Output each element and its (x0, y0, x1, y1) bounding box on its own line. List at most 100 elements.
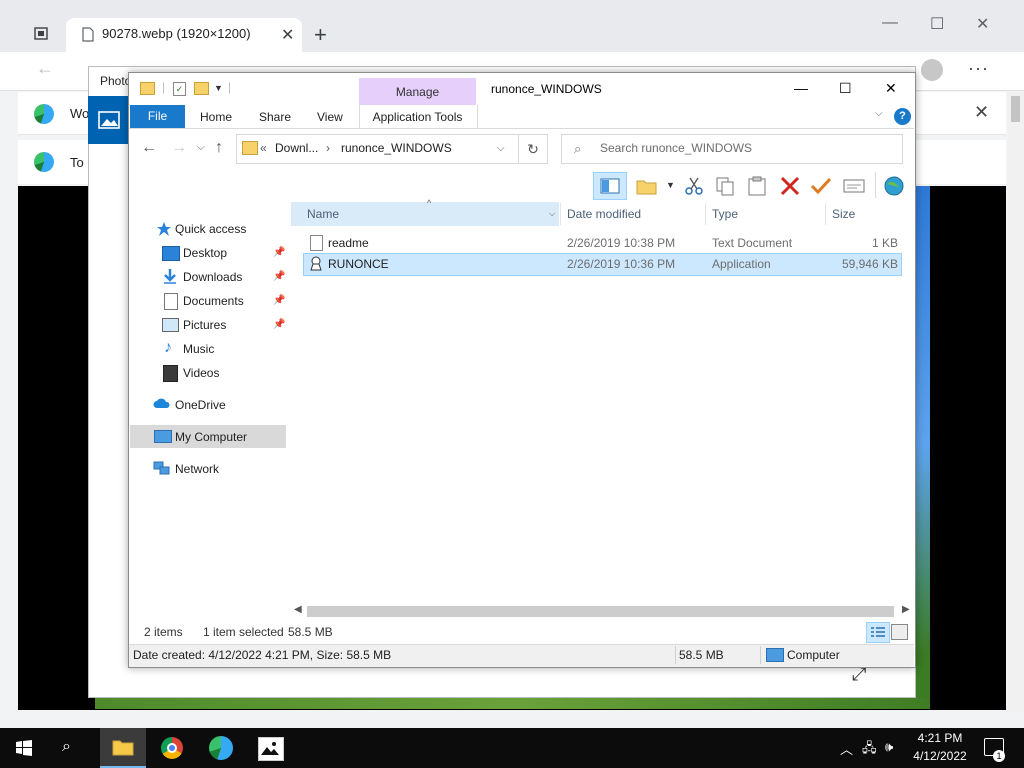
delete-icon[interactable] (779, 176, 801, 196)
windows-start-icon[interactable] (16, 740, 32, 756)
volume-icon[interactable]: 🕪 (885, 739, 893, 755)
search-placeholder: Search runonce_WINDOWS (600, 141, 753, 155)
breadcrumb-current[interactable]: runonce_WINDOWS (341, 141, 452, 155)
edge-icon[interactable] (209, 736, 233, 760)
large-icons-view-button[interactable] (891, 624, 908, 640)
nav-onedrive[interactable]: OneDrive (175, 398, 226, 412)
network-tray-icon[interactable]: 🖧 (862, 739, 877, 761)
details-view-button[interactable] (866, 622, 890, 643)
copy-icon[interactable] (714, 176, 736, 196)
nav-quick-access[interactable]: Quick access (175, 222, 246, 236)
back-icon[interactable]: ← (141, 139, 157, 157)
help-icon[interactable]: ? (894, 108, 911, 125)
tab-home[interactable]: Home (200, 110, 232, 124)
nav-documents[interactable]: Documents (183, 294, 244, 308)
scrollbar-thumb[interactable] (1011, 96, 1020, 122)
browser-scrollbar[interactable] (1008, 92, 1024, 712)
text-file-icon (310, 235, 323, 251)
column-divider[interactable] (825, 203, 826, 225)
new-folder-icon[interactable] (194, 82, 209, 95)
desktop-icon (162, 246, 180, 261)
up-icon[interactable]: ↑ (215, 139, 223, 157)
pin-icon[interactable]: 📌 (273, 247, 285, 258)
profile-avatar[interactable] (921, 59, 943, 81)
recent-locations-icon[interactable]: ⌵ (197, 142, 205, 153)
column-divider[interactable] (560, 203, 561, 225)
nav-my-computer[interactable]: My Computer (175, 430, 247, 444)
column-filter-icon[interactable]: ⌵ (549, 209, 555, 219)
paste-icon[interactable] (746, 176, 768, 196)
nav-videos[interactable]: Videos (183, 366, 219, 380)
clock-time[interactable]: 4:21 PM (916, 731, 964, 745)
address-dropdown-icon[interactable]: ⌵ (497, 143, 505, 154)
browser-close-button[interactable]: ✕ (976, 14, 989, 34)
back-icon[interactable]: ← (36, 58, 54, 79)
details-divider (760, 646, 761, 664)
sort-ascending-icon: ^ (427, 198, 432, 208)
new-tab-button[interactable]: + (314, 22, 327, 48)
column-header-date[interactable]: Date modified (567, 207, 641, 221)
new-folder-icon[interactable] (636, 176, 658, 196)
scroll-left-icon[interactable]: ◀ (294, 604, 302, 615)
file-size: 59,946 KB (841, 257, 898, 271)
file-name[interactable]: readme (328, 236, 369, 250)
column-header-type[interactable]: Type (712, 207, 738, 221)
pin-icon[interactable]: 📌 (273, 295, 285, 306)
taskbar-file-explorer[interactable] (100, 728, 146, 768)
tab-actions-icon[interactable] (34, 26, 48, 40)
tab-share[interactable]: Share (259, 110, 291, 124)
expand-ribbon-icon[interactable]: ⌵ (875, 108, 883, 119)
computer-icon (766, 648, 784, 662)
browser-maximize-button[interactable]: ☐ (930, 14, 944, 34)
column-header-size[interactable]: Size (832, 207, 855, 221)
new-folder-dropdown-icon[interactable]: ▼ (666, 180, 675, 190)
nav-desktop[interactable]: Desktop (183, 246, 227, 260)
nav-network[interactable]: Network (175, 462, 219, 476)
customize-qat-icon[interactable]: ▼ (214, 83, 223, 93)
search-icon[interactable]: ⌕ (62, 738, 71, 756)
rename-check-icon[interactable] (810, 176, 832, 196)
browser-minimize-button[interactable]: — (882, 14, 898, 32)
photos-taskbar-icon[interactable] (258, 737, 284, 761)
scrollbar-thumb[interactable] (307, 606, 894, 617)
preview-pane-button[interactable] (593, 172, 627, 200)
globe-icon[interactable] (883, 176, 905, 196)
address-overflow-icon[interactable]: « (260, 141, 267, 155)
nav-music[interactable]: Music (183, 342, 214, 356)
pin-icon[interactable]: 📌 (273, 271, 285, 282)
toolbar-divider (875, 172, 876, 198)
column-divider[interactable] (705, 203, 706, 225)
show-hidden-icons-icon[interactable]: ︿ (840, 739, 853, 758)
tab-title: 90278.webp (1920×1200) (102, 26, 251, 41)
search-icon: ⌕ (574, 141, 582, 156)
quick-access-item[interactable] (156, 221, 172, 237)
pin-icon[interactable]: 📌 (273, 319, 285, 330)
clock-date[interactable]: 4/12/2022 (910, 749, 970, 763)
explorer-minimize-button[interactable]: — (794, 80, 808, 96)
nav-pictures[interactable]: Pictures (183, 318, 226, 332)
folder-icon[interactable] (140, 82, 155, 95)
qat-divider: | (162, 80, 166, 94)
application-icon (308, 255, 324, 271)
notification-close-icon[interactable]: ✕ (974, 102, 989, 123)
breadcrumb-downloads[interactable]: Downl... (275, 141, 318, 155)
column-header-name[interactable]: Name (307, 207, 339, 221)
properties-icon[interactable] (843, 176, 865, 196)
file-name[interactable]: RUNONCE (328, 257, 389, 271)
explorer-maximize-button[interactable]: ☐ (839, 80, 852, 97)
refresh-button[interactable]: ↻ (518, 134, 548, 164)
nav-downloads[interactable]: Downloads (183, 270, 242, 284)
forward-icon[interactable]: → (171, 139, 187, 157)
breadcrumb-separator-icon[interactable]: › (326, 141, 330, 155)
explorer-close-button[interactable]: ✕ (885, 80, 897, 97)
tab-close-icon[interactable]: ✕ (281, 25, 294, 45)
scroll-right-icon[interactable]: ▶ (902, 604, 910, 615)
tab-view[interactable]: View (317, 110, 343, 124)
browser-menu-button[interactable]: ··· (968, 58, 989, 79)
chrome-icon[interactable] (161, 737, 183, 759)
properties-icon[interactable]: ✓ (173, 82, 186, 96)
cut-icon[interactable] (683, 176, 705, 196)
photos-app-icon[interactable] (88, 96, 130, 144)
tab-file[interactable]: File (130, 105, 185, 128)
onedrive-icon (153, 398, 171, 409)
